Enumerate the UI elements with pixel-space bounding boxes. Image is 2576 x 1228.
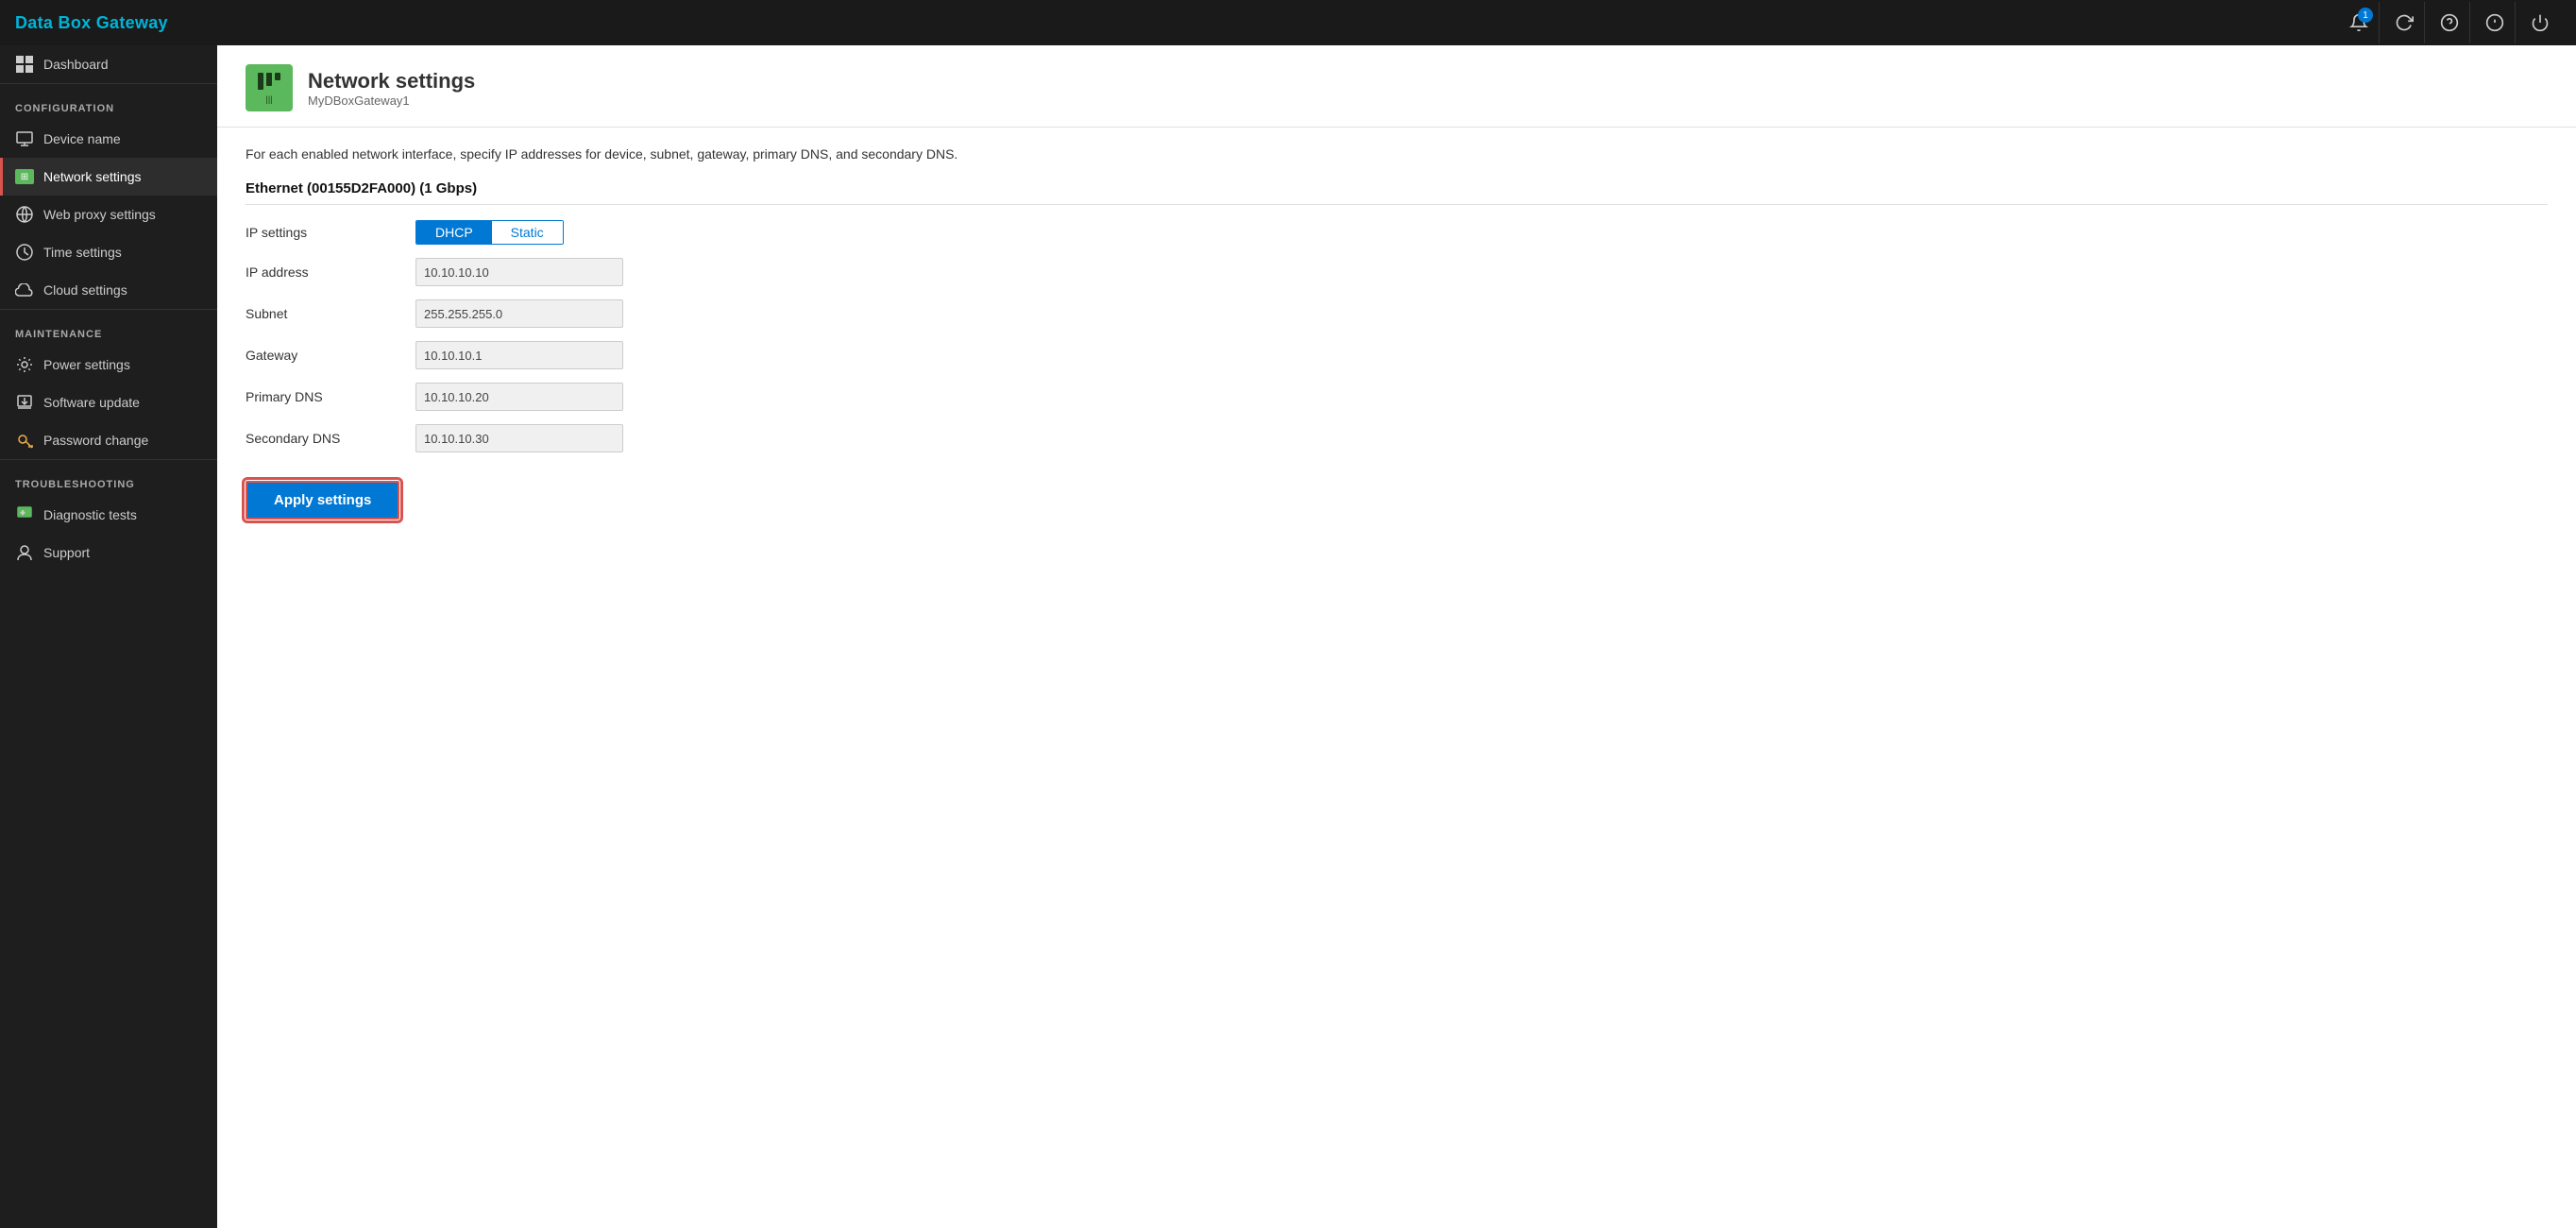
maintenance-divider (0, 309, 217, 310)
sidebar-item-support[interactable]: Support (0, 534, 217, 571)
primary-dns-input[interactable] (415, 383, 623, 411)
troubleshooting-section-label: TROUBLESHOOTING (0, 464, 217, 496)
clock-icon (15, 243, 34, 262)
config-divider (0, 83, 217, 84)
network-icon: ⊞ (15, 167, 34, 186)
content-body: For each enabled network interface, spec… (217, 128, 2576, 538)
gear-icon (15, 355, 34, 374)
ip-address-label: IP address (246, 264, 397, 280)
static-toggle-button[interactable]: Static (492, 221, 563, 244)
cloud-icon (15, 281, 34, 299)
sidebar-item-web-proxy-label: Web proxy settings (43, 207, 156, 222)
person-icon (15, 543, 34, 562)
troubleshooting-divider (0, 459, 217, 460)
refresh-button[interactable] (2383, 2, 2425, 43)
sidebar-item-software-update[interactable]: Software update (0, 384, 217, 421)
sidebar-item-time-settings[interactable]: Time settings (0, 233, 217, 271)
notification-count: 1 (2358, 8, 2373, 23)
sidebar-item-time-settings-label: Time settings (43, 245, 122, 260)
beaker-icon: + (15, 505, 34, 524)
ethernet-section-title: Ethernet (00155D2FA000) (1 Gbps) (246, 180, 2548, 205)
network-settings-header-icon: ||| (246, 64, 293, 111)
content-area: ||| Network settings MyDBoxGateway1 For … (217, 45, 2576, 1228)
configuration-section-label: CONFIGURATION (0, 88, 217, 120)
description-text: For each enabled network interface, spec… (246, 146, 2548, 162)
gateway-input[interactable] (415, 341, 623, 369)
subnet-row: Subnet (246, 299, 907, 328)
svg-text:+: + (21, 510, 25, 517)
power-button[interactable] (2519, 2, 2561, 43)
secondary-dns-label: Secondary DNS (246, 431, 397, 446)
sidebar-item-dashboard-label: Dashboard (43, 57, 109, 72)
content-header-text: Network settings MyDBoxGateway1 (308, 69, 475, 108)
content-header: ||| Network settings MyDBoxGateway1 (217, 45, 2576, 128)
sidebar-item-network-settings[interactable]: ⊞ Network settings (0, 158, 217, 196)
subnet-input[interactable] (415, 299, 623, 328)
sidebar-item-device-name-label: Device name (43, 131, 121, 146)
info-button[interactable] (2474, 2, 2516, 43)
secondary-dns-row: Secondary DNS (246, 424, 907, 452)
main-layout: Dashboard CONFIGURATION Device name ⊞ Ne… (0, 45, 2576, 1228)
sidebar-item-cloud-settings[interactable]: Cloud settings (0, 271, 217, 309)
network-form: IP settings DHCP Static IP address Subne… (246, 220, 907, 452)
grid-icon (15, 55, 34, 74)
secondary-dns-input[interactable] (415, 424, 623, 452)
notification-button[interactable]: 1 (2338, 2, 2380, 43)
gateway-label: Gateway (246, 348, 397, 363)
ip-address-input[interactable] (415, 258, 623, 286)
app-title: Data Box Gateway (15, 13, 168, 33)
primary-dns-label: Primary DNS (246, 389, 397, 404)
monitor-icon (15, 129, 34, 148)
sidebar-item-password-change[interactable]: Password change (0, 421, 217, 459)
maintenance-section-label: MAINTENANCE (0, 314, 217, 346)
subnet-label: Subnet (246, 306, 397, 321)
sidebar-item-cloud-settings-label: Cloud settings (43, 282, 127, 298)
sidebar-item-software-update-label: Software update (43, 395, 140, 410)
primary-dns-row: Primary DNS (246, 383, 907, 411)
sidebar-item-web-proxy-settings[interactable]: Web proxy settings (0, 196, 217, 233)
sidebar-item-power-settings[interactable]: Power settings (0, 346, 217, 384)
ip-settings-row: IP settings DHCP Static (246, 220, 907, 245)
sidebar-item-diagnostic-tests[interactable]: + Diagnostic tests (0, 496, 217, 534)
globe-icon (15, 205, 34, 224)
sidebar-item-power-settings-label: Power settings (43, 357, 130, 372)
sidebar-item-dashboard[interactable]: Dashboard (0, 45, 217, 83)
page-title: Network settings (308, 69, 475, 94)
ip-mode-toggle[interactable]: DHCP Static (415, 220, 564, 245)
apply-settings-button[interactable]: Apply settings (246, 481, 399, 520)
page-subtitle: MyDBoxGateway1 (308, 94, 475, 108)
download-icon (15, 393, 34, 412)
sidebar-item-device-name[interactable]: Device name (0, 120, 217, 158)
help-button[interactable] (2429, 2, 2470, 43)
ip-address-row: IP address (246, 258, 907, 286)
key-icon (15, 431, 34, 450)
dhcp-toggle-button[interactable]: DHCP (416, 221, 492, 244)
sidebar-item-password-change-label: Password change (43, 433, 148, 448)
sidebar-item-network-settings-label: Network settings (43, 169, 141, 184)
sidebar-item-diagnostic-tests-label: Diagnostic tests (43, 507, 137, 522)
ip-settings-label: IP settings (246, 225, 397, 240)
gateway-row: Gateway (246, 341, 907, 369)
sidebar: Dashboard CONFIGURATION Device name ⊞ Ne… (0, 45, 217, 1228)
sidebar-item-support-label: Support (43, 545, 90, 560)
topbar: Data Box Gateway 1 (0, 0, 2576, 45)
topbar-icons: 1 (2338, 2, 2561, 43)
